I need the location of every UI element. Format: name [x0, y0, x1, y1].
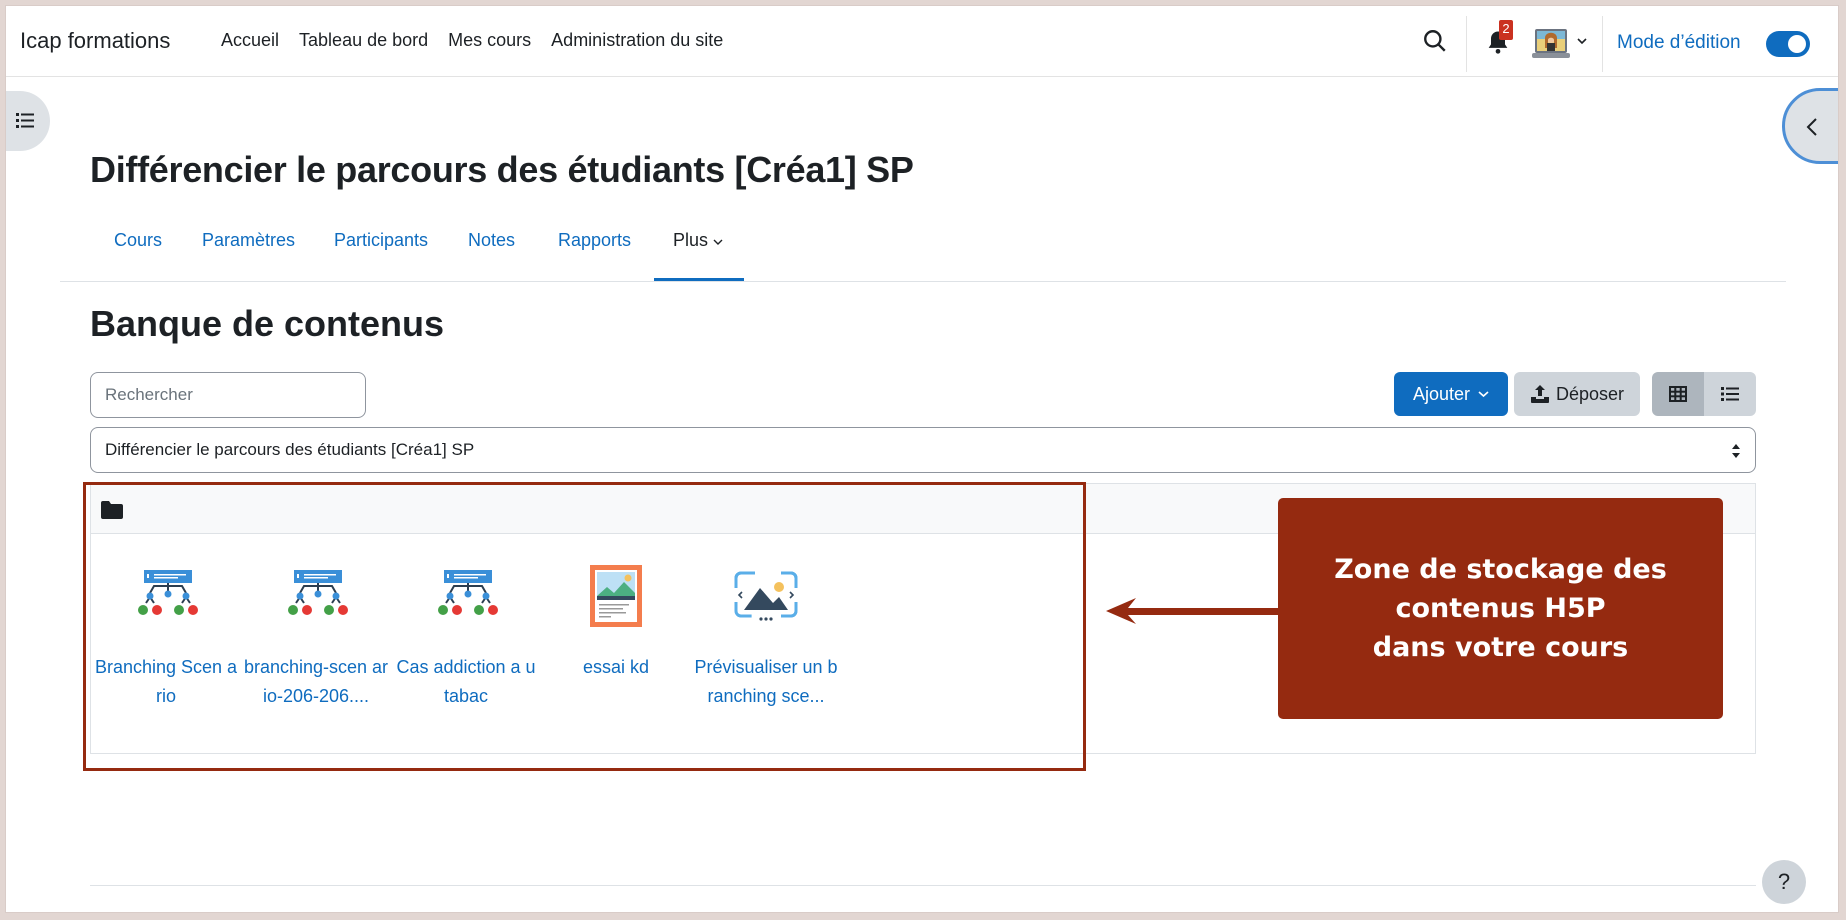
edit-mode-label: Mode d’édition — [1617, 32, 1741, 53]
content-bank-heading: Banque de contenus — [90, 303, 445, 344]
tab-grades[interactable]: Notes — [468, 230, 515, 251]
branching-scenario-icon — [288, 570, 348, 615]
image-slider-icon — [734, 571, 798, 621]
nav-link-dashboard[interactable]: Tableau de bord — [299, 30, 428, 51]
divider — [1602, 16, 1603, 72]
content-item-label[interactable]: Cas addiction a u tabac — [393, 653, 539, 711]
edit-mode-toggle[interactable] — [1766, 31, 1810, 57]
help-button[interactable]: ? — [1762, 860, 1806, 904]
chevron-left-icon — [1806, 118, 1817, 136]
course-index-toggle[interactable] — [6, 91, 50, 151]
nav-link-home[interactable]: Accueil — [221, 30, 279, 51]
upload-icon — [1530, 385, 1549, 403]
notification-count-badge: 2 — [1499, 20, 1513, 40]
content-item[interactable]: Cas addiction a u tabac — [391, 535, 541, 711]
content-item[interactable]: Prévisualiser un branching sce... — [691, 535, 841, 711]
search-input[interactable] — [90, 372, 366, 418]
add-content-label: Ajouter — [1412, 383, 1471, 404]
list-icon — [16, 113, 34, 128]
top-navbar: Icap formations Accueil Tableau de bord … — [6, 6, 1838, 77]
content-items: Branching Scen ario branching-scen ario-… — [91, 535, 841, 711]
content-item-label[interactable]: essai kd — [543, 653, 689, 682]
folder-icon[interactable] — [101, 501, 123, 519]
list-view-button[interactable] — [1704, 372, 1756, 416]
browser-page: Icap formations Accueil Tableau de bord … — [5, 5, 1839, 913]
active-tab-indicator — [654, 278, 744, 281]
tab-more-label: Plus — [673, 230, 709, 250]
content-item[interactable]: essai kd — [541, 535, 691, 711]
grid-view-button[interactable] — [1652, 372, 1704, 416]
image-card-icon — [590, 565, 642, 627]
grid-icon — [1669, 386, 1687, 402]
course-secondary-navigation: Cours Paramètres Participants Notes Rapp… — [60, 212, 1786, 282]
nav-link-my-courses[interactable]: Mes cours — [448, 30, 531, 51]
chevron-down-icon — [713, 239, 723, 245]
tab-reports[interactable]: Rapports — [558, 230, 631, 251]
chevron-down-icon[interactable] — [1576, 36, 1588, 46]
primary-navigation: Accueil Tableau de bord Mes cours Admini… — [221, 30, 723, 51]
chevron-down-icon — [1478, 391, 1489, 398]
user-avatar[interactable] — [1532, 23, 1570, 63]
content-item-label[interactable]: Prévisualiser un branching sce... — [693, 653, 839, 711]
add-content-button[interactable]: Ajouter — [1394, 372, 1508, 416]
upload-button[interactable]: Déposer — [1514, 372, 1640, 416]
divider — [1466, 16, 1467, 72]
tab-participants[interactable]: Participants — [334, 230, 428, 251]
search-icon[interactable] — [1422, 28, 1448, 54]
annotation-arrow-icon — [1106, 598, 1281, 624]
branching-scenario-icon — [438, 570, 498, 615]
content-item[interactable]: Branching Scen ario — [91, 535, 241, 711]
content-item-label[interactable]: Branching Scen ario — [93, 653, 239, 711]
list-icon — [1721, 387, 1739, 401]
tab-course[interactable]: Cours — [114, 230, 162, 251]
nav-link-site-admin[interactable]: Administration du site — [551, 30, 723, 51]
annotation-callout: Zone de stockage des contenus H5P dans v… — [1278, 498, 1723, 719]
block-drawer-toggle[interactable] — [1782, 88, 1838, 164]
sort-arrows-icon — [1732, 444, 1740, 458]
page-title: Différencier le parcours des étudiants [… — [90, 149, 914, 190]
content-item-label[interactable]: branching-scen ario-206-206.... — [243, 653, 389, 711]
tab-settings[interactable]: Paramètres — [202, 230, 295, 251]
upload-label: Déposer — [1555, 383, 1625, 404]
footer-divider — [90, 885, 1756, 886]
branching-scenario-icon — [138, 570, 198, 615]
site-brand[interactable]: Icap formations — [20, 28, 170, 54]
tab-more[interactable]: Plus — [673, 230, 723, 251]
content-item[interactable]: branching-scen ario-206-206.... — [241, 535, 391, 711]
context-select[interactable]: Différencier le parcours des étudiants [… — [90, 427, 1756, 473]
context-select-value: Différencier le parcours des étudiants [… — [105, 440, 475, 459]
